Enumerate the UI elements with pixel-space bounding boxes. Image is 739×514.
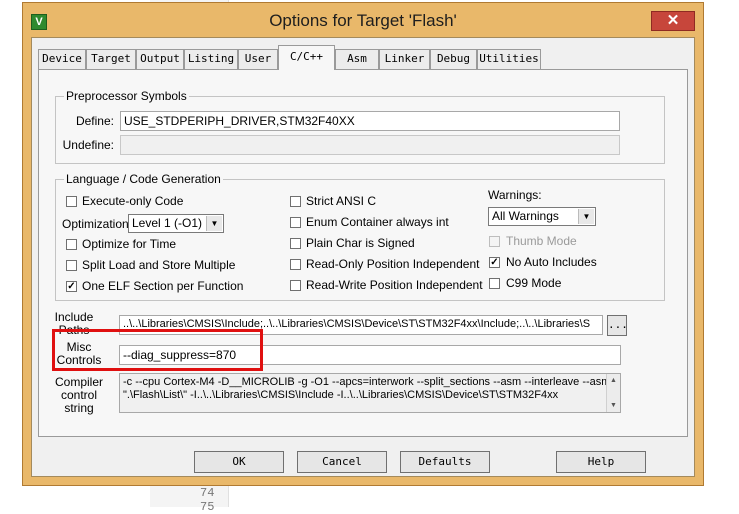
highlight-annotation xyxy=(52,329,263,371)
execute-only-checkbox[interactable] xyxy=(66,196,77,207)
ro-position-independent-label: Read-Only Position Independent xyxy=(306,257,480,271)
execute-only-label: Execute-only Code xyxy=(82,194,184,208)
label-line: Include xyxy=(54,310,94,324)
thumb-mode-checkbox[interactable] xyxy=(489,236,500,247)
tab-label: Utilities xyxy=(479,52,539,65)
window-title: Options for Target 'Flash' xyxy=(269,11,457,30)
tab-output[interactable]: Output xyxy=(136,49,184,69)
undefine-input[interactable] xyxy=(120,135,620,155)
optimize-time-label: Optimize for Time xyxy=(82,237,177,251)
ok-button[interactable]: OK xyxy=(194,451,284,473)
line-number: 74 xyxy=(200,486,215,500)
tab-label: Device xyxy=(42,52,82,65)
line-number: 75 xyxy=(200,500,215,514)
c99-mode-checkbox[interactable] xyxy=(489,278,500,289)
undefine-label: Undefine: xyxy=(62,138,114,152)
scroll-down-icon[interactable]: ▼ xyxy=(607,399,620,412)
plain-char-checkbox[interactable] xyxy=(290,238,301,249)
scroll-up-icon[interactable]: ▲ xyxy=(607,374,620,387)
checkmark-icon: ✓ xyxy=(67,281,76,292)
strict-ansi-checkbox[interactable] xyxy=(290,196,301,207)
label-line: string xyxy=(64,401,94,415)
close-button[interactable]: ✕ xyxy=(651,11,695,31)
dialog-client-area: Device Target Output Listing User C/C++ … xyxy=(31,37,695,477)
tab-label: Listing xyxy=(187,52,235,65)
strict-ansi-label: Strict ANSI C xyxy=(306,194,377,208)
optimization-value: Level 1 (-O1) xyxy=(132,216,203,230)
language-code-generation-group: Language / Code Generation Execute-only … xyxy=(55,172,665,301)
one-elf-label: One ELF Section per Function xyxy=(82,279,244,293)
enum-container-checkbox[interactable] xyxy=(290,217,301,228)
group-title: Preprocessor Symbols xyxy=(64,89,189,103)
options-dialog: V Options for Target 'Flash' ✕ Device Ta… xyxy=(22,2,704,486)
tab-linker[interactable]: Linker xyxy=(379,49,430,69)
c-cpp-tab-panel: Preprocessor Symbols Define: USE_STDPERI… xyxy=(38,69,688,437)
tab-listing[interactable]: Listing xyxy=(184,49,238,69)
tab-device[interactable]: Device xyxy=(38,49,86,69)
optimization-select[interactable]: Level 1 (-O1) ▼ xyxy=(128,214,224,233)
include-paths-browse-button[interactable]: ... xyxy=(607,315,628,336)
vertical-scrollbar[interactable]: ▲ ▼ xyxy=(606,374,620,412)
optimization-label: Optimization: xyxy=(62,217,133,231)
defaults-button[interactable]: Defaults xyxy=(400,451,490,473)
cancel-button[interactable]: Cancel xyxy=(297,451,387,473)
define-label: Define: xyxy=(75,114,114,128)
tab-label: Debug xyxy=(436,52,471,65)
enum-container-label: Enum Container always int xyxy=(306,215,449,229)
rw-position-independent-checkbox[interactable] xyxy=(290,280,301,291)
c99-mode-label: C99 Mode xyxy=(506,276,562,290)
optimize-time-checkbox[interactable] xyxy=(66,239,77,250)
warnings-label: Warnings: xyxy=(488,188,542,202)
split-load-label: Split Load and Store Multiple xyxy=(82,258,236,272)
tab-user[interactable]: User xyxy=(238,49,278,69)
label-line: Compiler xyxy=(54,375,103,389)
no-auto-includes-label: No Auto Includes xyxy=(506,255,597,269)
tab-label: Asm xyxy=(347,52,367,65)
warnings-value: All Warnings xyxy=(492,209,559,223)
rw-position-independent-label: Read-Write Position Independent xyxy=(306,278,483,292)
compiler-line: -c --cpu Cortex-M4 -D__MICROLIB -g -O1 -… xyxy=(123,376,621,388)
title-bar[interactable]: V Options for Target 'Flash' ✕ xyxy=(23,3,703,37)
tab-label: C/C++ xyxy=(289,50,324,63)
no-auto-includes-checkbox[interactable]: ✓ xyxy=(489,257,500,268)
label-line: control xyxy=(60,388,98,402)
chevron-down-icon: ▼ xyxy=(578,209,594,224)
compiler-line: ".\Flash\List\" -I..\..\Libraries\CMSIS\… xyxy=(123,389,559,401)
help-button[interactable]: Help xyxy=(556,451,646,473)
tab-asm[interactable]: Asm xyxy=(335,49,379,69)
tab-label: Target xyxy=(91,52,131,65)
chevron-down-icon: ▼ xyxy=(206,216,222,231)
tab-label: User xyxy=(244,52,272,65)
tab-target[interactable]: Target xyxy=(86,49,136,69)
ro-position-independent-checkbox[interactable] xyxy=(290,259,301,270)
compiler-control-string-label: Compiler control string xyxy=(49,376,109,415)
tab-label: Output xyxy=(140,52,180,65)
tab-c-cpp[interactable]: C/C++ xyxy=(278,45,335,70)
warnings-select[interactable]: All Warnings ▼ xyxy=(488,207,596,226)
group-title: Language / Code Generation xyxy=(64,172,223,186)
tab-label: Linker xyxy=(384,52,425,65)
tab-debug[interactable]: Debug xyxy=(430,49,477,69)
checkmark-icon: ✓ xyxy=(490,257,499,268)
define-input[interactable]: USE_STDPERIPH_DRIVER,STM32F40XX xyxy=(120,111,620,131)
split-load-checkbox[interactable] xyxy=(66,260,77,271)
preprocessor-symbols-group: Preprocessor Symbols Define: USE_STDPERI… xyxy=(55,89,665,164)
close-icon: ✕ xyxy=(666,12,680,29)
plain-char-label: Plain Char is Signed xyxy=(306,236,415,250)
thumb-mode-label: Thumb Mode xyxy=(506,234,577,248)
compiler-control-string-textarea[interactable]: -c --cpu Cortex-M4 -D__MICROLIB -g -O1 -… xyxy=(119,373,621,413)
tab-utilities[interactable]: Utilities xyxy=(477,49,541,69)
one-elf-checkbox[interactable]: ✓ xyxy=(66,281,77,292)
